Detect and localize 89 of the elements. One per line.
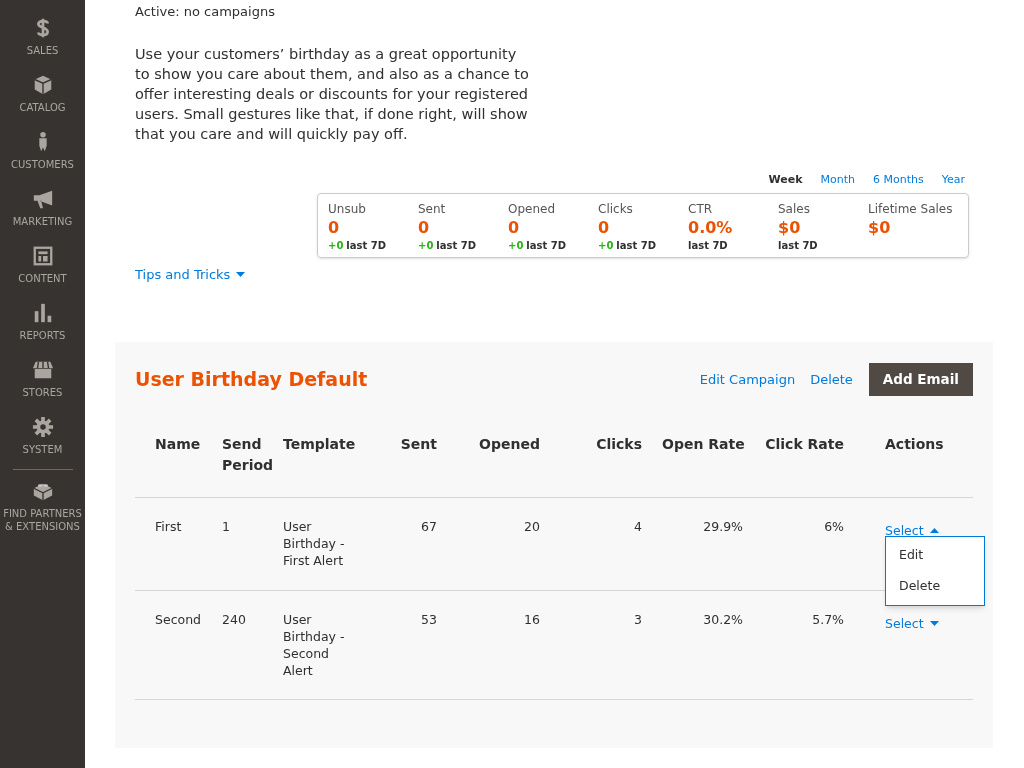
stat-label: Sent xyxy=(418,201,447,218)
sidebar-item[interactable]: CATALOG xyxy=(0,74,85,114)
select-action-link[interactable]: Select xyxy=(885,615,939,632)
sidebar-item[interactable]: CUSTOMERS xyxy=(0,131,85,171)
column-header: Send Period xyxy=(212,434,273,498)
table-cell: 20 xyxy=(447,497,550,591)
sidebar-item[interactable]: REPORTS xyxy=(0,302,85,342)
table-cell: 240 xyxy=(212,590,273,700)
table-cell: User Birthday - Second Alert xyxy=(273,590,365,700)
sidebar-item[interactable]: CONTENT xyxy=(0,245,85,285)
stat-note: last 7D xyxy=(526,239,566,253)
menu-item[interactable]: Edit xyxy=(886,540,984,571)
column-header: Actions xyxy=(854,434,973,498)
table-cell: First xyxy=(135,497,212,591)
stat-label: Lifetime Sales xyxy=(868,201,954,218)
description-paragraph: Use your customers’ birthday as a great opportunity to show you care about them, and also as a chance to offer interesting deals or discounts for your registered users. Small gestures like that, if done right, will show that you care and will quickly pay off. xyxy=(135,44,530,144)
stat-delta: +0 xyxy=(598,239,614,253)
delete-link[interactable]: Delete xyxy=(810,369,853,390)
sidebar-item[interactable]: SYSTEM xyxy=(0,416,85,456)
sidebar-label: FIND PARTNERS & EXTENSIONS xyxy=(2,507,83,533)
table-cell: 53 xyxy=(365,590,447,700)
stat-value: 0 xyxy=(418,218,431,238)
campaign-title: User Birthday Default xyxy=(135,367,369,393)
period-tab[interactable]: Month xyxy=(820,171,855,188)
stat-value: $0 xyxy=(868,218,892,238)
stat-value: 0 xyxy=(328,218,341,238)
table-cell: 4 xyxy=(550,497,652,591)
sidebar-label: SALES xyxy=(26,44,59,57)
sidebar-label: SYSTEM xyxy=(22,443,63,456)
table-cell: 6% xyxy=(753,497,854,591)
stat-label: Opened xyxy=(508,201,557,218)
stat-value: $0 xyxy=(778,218,802,238)
table-cell: 29.9% xyxy=(652,497,753,591)
sidebar-item[interactable]: SALES xyxy=(0,17,85,57)
column-header: Template xyxy=(273,434,365,498)
stat-label: Clicks xyxy=(598,201,634,218)
megaphone-icon xyxy=(31,188,54,210)
caret-icon xyxy=(929,621,939,626)
table-cell: 3 xyxy=(550,590,652,700)
stat-note: last 7D xyxy=(346,239,386,253)
sidebar-label: CONTENT xyxy=(18,272,67,285)
column-header: Open Rate xyxy=(652,434,753,498)
period-tab[interactable]: Week xyxy=(768,171,803,188)
stat-delta: +0 xyxy=(328,239,344,253)
table-cell: 1 xyxy=(212,497,273,591)
column-header: Name xyxy=(135,434,212,498)
sidebar-item[interactable]: FIND PARTNERS & EXTENSIONS xyxy=(0,480,85,533)
sidebar-label: CUSTOMERS xyxy=(11,158,74,171)
store-icon xyxy=(31,359,54,381)
period-tab[interactable]: Year xyxy=(941,171,965,188)
add-email-button[interactable]: Add Email xyxy=(868,363,973,396)
stat-note: last 7D xyxy=(778,239,818,253)
table-cell: 5.7% xyxy=(753,590,854,700)
caret-icon xyxy=(236,272,246,278)
caret-icon xyxy=(929,528,939,533)
stat-label: Unsub xyxy=(328,201,367,218)
stat-note: last 7D xyxy=(436,239,476,253)
stat-note: last 7D xyxy=(616,239,656,253)
table-cell: Second xyxy=(135,590,212,700)
settings-icon xyxy=(31,416,54,438)
layout-icon xyxy=(31,245,54,267)
sidebar-item[interactable]: MARKETING xyxy=(0,188,85,228)
sidebar-label: CATALOG xyxy=(19,101,66,114)
stat-value: 0 xyxy=(508,218,521,238)
select-action-link[interactable]: Select xyxy=(885,522,939,539)
period-tab[interactable]: 6 Months xyxy=(873,171,924,188)
column-header: Click Rate xyxy=(753,434,854,498)
edit-campaign-link[interactable]: Edit Campaign xyxy=(699,369,796,390)
column-header: Sent xyxy=(365,434,447,498)
sidebar-label: REPORTS xyxy=(19,329,66,342)
table-cell: User Birthday - First Alert xyxy=(273,497,365,591)
stat-value: 0 xyxy=(598,218,611,238)
sidebar-label: STORES xyxy=(22,386,63,399)
menu-item[interactable]: Delete xyxy=(886,570,984,602)
column-header: Clicks xyxy=(550,434,652,498)
stat-note: last 7D xyxy=(688,239,728,253)
column-header: Opened xyxy=(447,434,550,498)
table-cell: 30.2% xyxy=(652,590,753,700)
stat-label: CTR xyxy=(688,201,714,218)
campaign-status: Active: no campaigns xyxy=(135,3,276,21)
stat-value: 0.0% xyxy=(688,218,734,238)
stat-label: Sales xyxy=(778,201,811,218)
table-cell: 16 xyxy=(447,590,550,700)
stat-delta: +0 xyxy=(508,239,524,253)
tips-link[interactable]: Tips and Tricks xyxy=(135,265,246,285)
sidebar-item[interactable]: STORES xyxy=(0,359,85,399)
table-cell: 67 xyxy=(365,497,447,591)
stat-delta: +0 xyxy=(418,239,434,253)
sidebar-label: MARKETING xyxy=(12,215,73,228)
